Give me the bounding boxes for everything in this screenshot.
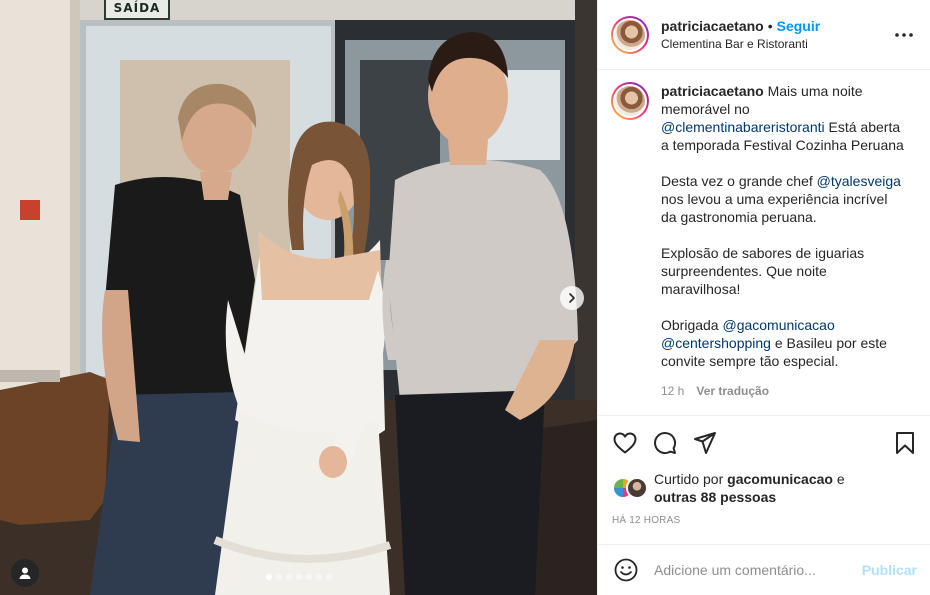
carousel-indicator	[0, 574, 597, 580]
comment-icon	[654, 432, 677, 455]
likes-summary: Curtido por gacomunicacao e outras 88 pe…	[612, 470, 918, 506]
caption-text-part: Obrigada	[661, 317, 719, 333]
likes-text: Curtido por gacomunicacao e outras 88 pe…	[654, 470, 845, 506]
bookmark-icon	[896, 432, 914, 454]
see-translation-link[interactable]: Ver tradução	[696, 382, 769, 400]
carousel-dot	[285, 574, 292, 580]
caption-text-part: Explosão de sabores de iguarias surpreen…	[661, 245, 865, 297]
heart-icon	[613, 432, 637, 454]
likes-prefix: Curtido por	[654, 471, 724, 487]
mention-link[interactable]: @centershopping	[661, 335, 771, 351]
likes-connector: e	[836, 471, 845, 487]
photo-scene	[0, 0, 597, 595]
mention-link[interactable]: @clementinabareristoranti	[661, 119, 825, 135]
carousel-dot	[265, 574, 272, 580]
caption-avatar[interactable]	[611, 82, 649, 120]
action-section: Curtido por gacomunicacao e outras 88 pe…	[598, 415, 930, 526]
carousel-dot	[295, 574, 302, 580]
caption-text-part: nos levou a uma experiência incrível da …	[661, 191, 888, 225]
header-text: patriciacaetano • Seguir Clementina Bar e …	[661, 17, 892, 53]
carousel-dot	[275, 574, 282, 580]
exit-sign: SAÍDA	[104, 0, 170, 20]
emoji-icon	[614, 558, 638, 582]
more-options-button[interactable]	[892, 23, 916, 47]
post-timestamp[interactable]: HÁ 12 HORAS	[612, 515, 918, 526]
header-username-link[interactable]: patriciacaetano	[661, 18, 764, 34]
location-link[interactable]: Clementina Bar e Ristoranti	[661, 35, 892, 53]
caption-text: patriciacaetano Mais uma noite memorável…	[661, 82, 906, 416]
avatar-image	[615, 19, 645, 50]
comment-button[interactable]	[652, 430, 678, 456]
follow-button[interactable]: Seguir	[777, 18, 821, 34]
likes-count-link[interactable]: outras 88 pessoas	[654, 489, 776, 505]
tagged-users-button[interactable]	[11, 559, 39, 587]
publish-button[interactable]: Publicar	[862, 562, 917, 578]
liker-username-link[interactable]: gacomunicacao	[727, 471, 833, 487]
post-header: patriciacaetano • Seguir Clementina Bar e …	[598, 0, 930, 70]
caption-meta: 12 h Ver tradução	[661, 382, 906, 400]
caption-avatar-image	[615, 86, 645, 116]
instagram-post: SAÍDA patriciacaetano • Seguir Clementin…	[0, 0, 930, 595]
chevron-right-icon	[569, 293, 575, 303]
liker-avatar	[626, 477, 648, 499]
more-options-icon	[895, 32, 913, 37]
caption-time: 12 h	[661, 384, 685, 398]
comment-input[interactable]	[654, 562, 862, 578]
comment-form: Publicar	[598, 544, 930, 595]
carousel-dot	[325, 574, 332, 580]
mention-link[interactable]: @tyalesveiga	[817, 173, 901, 189]
emoji-button[interactable]	[614, 558, 638, 582]
post-photo[interactable]: SAÍDA	[0, 0, 597, 595]
caption-username-link[interactable]: patriciacaetano	[661, 83, 764, 99]
liker-avatars[interactable]	[612, 477, 650, 499]
avatar[interactable]	[611, 15, 649, 54]
caption-section: patriciacaetano Mais uma noite memorável…	[598, 70, 930, 416]
carousel-dot	[315, 574, 322, 580]
mention-link[interactable]: @gacomunicacao	[722, 317, 834, 333]
post-side-panel: patriciacaetano • Seguir Clementina Bar e …	[597, 0, 930, 595]
carousel-dot	[305, 574, 312, 580]
action-bar	[612, 430, 918, 456]
header-separator: •	[767, 17, 773, 34]
share-icon	[694, 432, 716, 454]
next-photo-button[interactable]	[560, 286, 584, 310]
share-button[interactable]	[692, 430, 718, 456]
like-button[interactable]	[612, 430, 638, 456]
caption-text-part: Desta vez o grande chef	[661, 173, 813, 189]
save-button[interactable]	[892, 430, 918, 456]
